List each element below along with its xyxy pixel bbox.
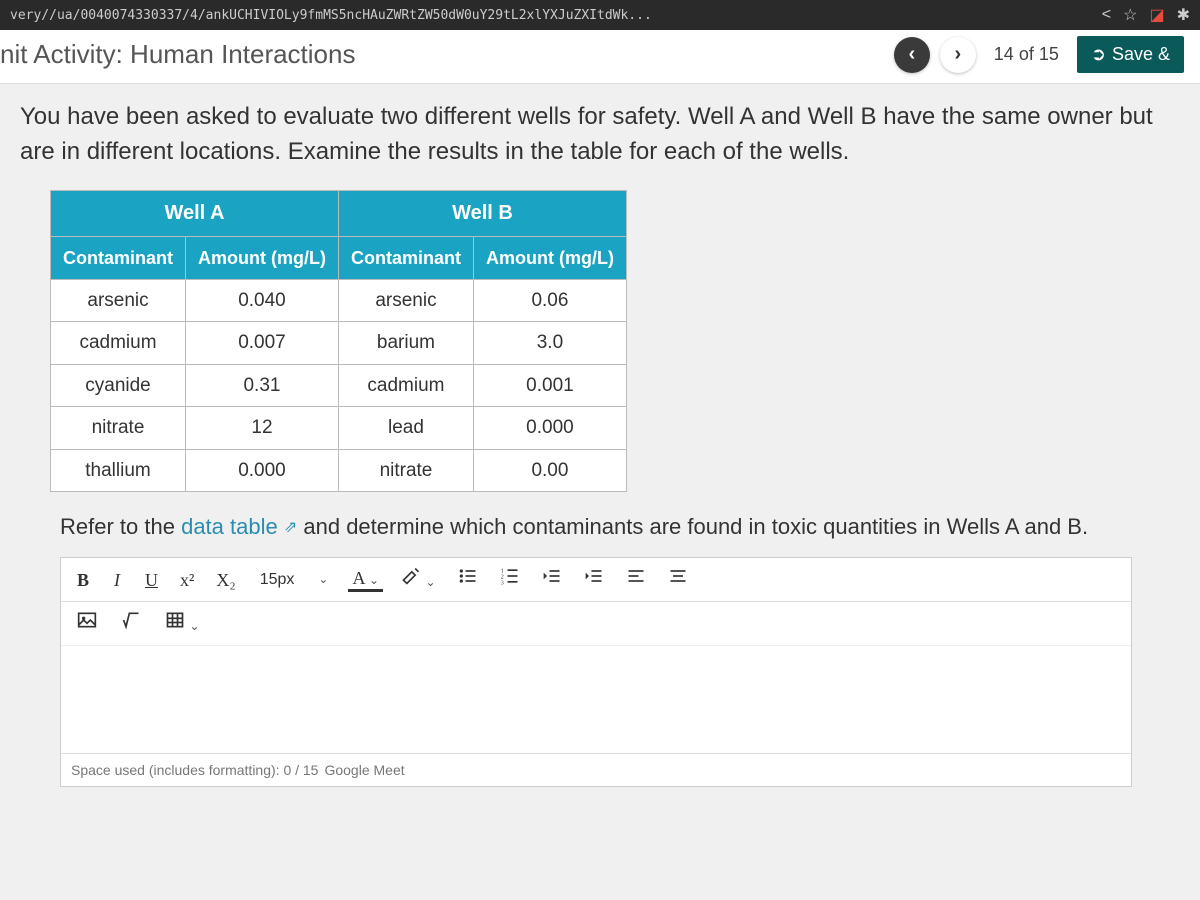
editor-toolbar: B I U x² X₂ 15px ⌄ A ⌄ ⌄ 123 (61, 558, 1131, 602)
table-icon (165, 610, 185, 630)
activity-title: nit Activity: Human Interactions (0, 39, 884, 70)
bullet-list-icon (458, 566, 478, 586)
editor-footer: Space used (includes formatting): 0 / 15… (61, 753, 1131, 786)
google-meet-label: Google Meet (324, 760, 404, 780)
star-icon[interactable]: ☆ (1123, 5, 1137, 25)
save-label: Save & (1112, 44, 1170, 65)
chevron-down-icon: ⌄ (426, 575, 436, 589)
save-button[interactable]: ➲ Save & (1077, 36, 1184, 73)
chevron-right-icon: › (954, 43, 961, 66)
bullet-list-button[interactable] (454, 564, 482, 595)
insert-image-button[interactable] (73, 608, 101, 639)
table-row: cyanide0.31cadmium0.001 (51, 364, 627, 407)
table-row: arsenic0.040arsenic0.06 (51, 279, 627, 322)
wells-tbody: arsenic0.040arsenic0.06 cadmium0.007bari… (51, 279, 627, 492)
bold-button[interactable]: B (73, 565, 93, 595)
superscript-button[interactable]: x² (176, 565, 198, 595)
underline-button[interactable]: U (141, 565, 162, 595)
rich-text-editor: B I U x² X₂ 15px ⌄ A ⌄ ⌄ 123 (60, 557, 1132, 787)
text-color-button[interactable]: A ⌄ (348, 567, 383, 592)
browser-address-bar: very//ua/0040074330337/4/ankUCHIVIOLy9fm… (0, 0, 1200, 30)
editor-textarea[interactable] (61, 646, 1131, 753)
table-row: nitrate12lead0.000 (51, 407, 627, 450)
question-text: Refer to the data table ⇗ and determine … (60, 512, 1172, 543)
share-icon[interactable]: < (1102, 6, 1111, 24)
insert-table-button[interactable]: ⌄ (161, 608, 204, 639)
notification-icon[interactable]: ◪ (1149, 5, 1164, 25)
chevron-down-icon: ⌄ (190, 619, 200, 633)
url-text: very//ua/0040074330337/4/ankUCHIVIOLy9fm… (10, 8, 1102, 23)
insert-formula-button[interactable] (117, 608, 145, 639)
subscript-button[interactable]: X₂ (212, 565, 239, 595)
page-counter: 14 of 15 (986, 44, 1067, 65)
browser-action-icons: < ☆ ◪ ✱ (1102, 5, 1190, 25)
chevron-down-icon: ⌄ (369, 573, 379, 587)
formula-icon (121, 610, 141, 630)
indent-button[interactable] (580, 564, 608, 595)
col-contaminant-b: Contaminant (338, 236, 473, 279)
extensions-icon[interactable]: ✱ (1177, 5, 1190, 25)
prompt-text: You have been asked to evaluate two diff… (20, 100, 1172, 170)
col-contaminant-a: Contaminant (51, 236, 186, 279)
align-left-icon (626, 566, 646, 586)
space-used-text: Space used (includes formatting): 0 / 15 (71, 760, 318, 780)
number-list-button[interactable]: 123 (496, 564, 524, 595)
svg-text:3: 3 (500, 581, 503, 587)
well-a-header: Well A (51, 190, 339, 236)
prev-button[interactable]: ‹ (894, 37, 930, 73)
col-amount-a: Amount (mg/L) (186, 236, 339, 279)
indent-icon (584, 566, 604, 586)
col-amount-b: Amount (mg/L) (473, 236, 626, 279)
chevron-left-icon: ‹ (908, 43, 915, 66)
editor-toolbar-row2: ⌄ (61, 602, 1131, 646)
content-area: You have been asked to evaluate two diff… (0, 84, 1200, 787)
italic-button[interactable]: I (107, 565, 127, 595)
align-center-icon (668, 566, 688, 586)
highlight-button[interactable]: ⌄ (397, 564, 440, 595)
outdent-button[interactable] (538, 564, 566, 595)
outdent-icon (542, 566, 562, 586)
data-table-link[interactable]: data table (181, 514, 278, 539)
wells-table: Well A Well B Contaminant Amount (mg/L) … (50, 190, 627, 493)
next-button[interactable]: › (940, 37, 976, 73)
well-b-header: Well B (338, 190, 626, 236)
font-size-select[interactable]: 15px ⌄ (254, 566, 335, 593)
image-icon (77, 610, 97, 630)
save-arrow-icon: ➲ (1091, 44, 1106, 65)
align-center-button[interactable] (664, 564, 692, 595)
external-link-icon: ⇗ (284, 519, 297, 536)
highlight-icon (401, 566, 421, 586)
chevron-down-icon: ⌄ (318, 571, 328, 588)
table-row: thallium0.000nitrate0.00 (51, 449, 627, 492)
number-list-icon: 123 (500, 566, 520, 586)
table-row: cadmium0.007barium3.0 (51, 322, 627, 365)
align-left-button[interactable] (622, 564, 650, 595)
activity-header: nit Activity: Human Interactions ‹ › 14 … (0, 30, 1200, 84)
